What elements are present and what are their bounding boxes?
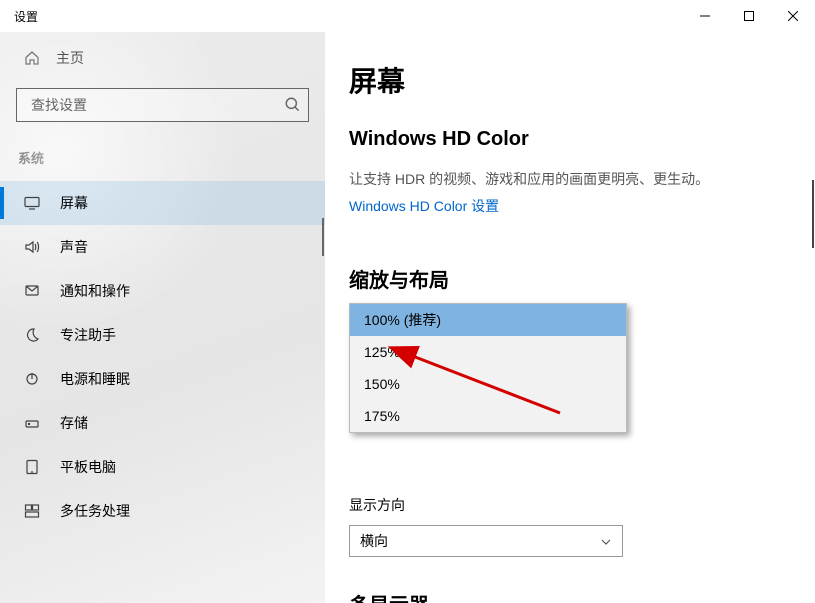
search-field[interactable] [16, 88, 309, 122]
speaker-icon [24, 239, 40, 255]
sidebar-scrollbar[interactable] [322, 218, 324, 256]
home-label: 主页 [56, 48, 84, 68]
sidebar-item-multitasking[interactable]: 多任务处理 [0, 489, 325, 533]
search-input[interactable] [31, 97, 284, 113]
hd-color-settings-link[interactable]: Windows HD Color 设置 [325, 190, 499, 216]
hd-color-description: 让支持 HDR 的视频、游戏和应用的画面更明亮、更生动。 [325, 151, 815, 190]
scale-dropdown-popup: 100% (推荐) 125% 150% 175% [349, 303, 627, 433]
window-controls [683, 0, 815, 32]
sidebar-item-label: 专注助手 [60, 325, 116, 345]
minimize-button[interactable] [683, 0, 727, 32]
sidebar-item-label: 多任务处理 [60, 501, 130, 521]
scale-option-125[interactable]: 125% [350, 336, 626, 368]
sidebar-item-label: 电源和睡眠 [60, 369, 130, 389]
hd-color-title: Windows HD Color [325, 100, 815, 151]
sidebar-item-label: 通知和操作 [60, 281, 130, 301]
multi-display-section-header: 多显示器 [325, 557, 815, 603]
scale-option-150[interactable]: 150% [350, 368, 626, 400]
sidebar-item-label: 屏幕 [60, 193, 88, 213]
sidebar-item-notifications[interactable]: 通知和操作 [0, 269, 325, 313]
maximize-button[interactable] [727, 0, 771, 32]
chevron-down-icon [600, 535, 612, 547]
orientation-field-label: 显示方向 [325, 487, 815, 515]
sidebar-item-label: 存储 [60, 413, 88, 433]
sidebar-item-sound[interactable]: 声音 [0, 225, 325, 269]
sidebar-item-label: 声音 [60, 237, 88, 257]
sidebar-item-tablet[interactable]: 平板电脑 [0, 445, 325, 489]
content-pane: 屏幕 Windows HD Color 让支持 HDR 的视频、游戏和应用的画面… [325, 32, 815, 603]
tablet-icon [24, 459, 40, 475]
home-icon [24, 50, 40, 66]
orientation-selected-value: 横向 [360, 531, 388, 551]
sidebar-item-display[interactable]: 屏幕 [0, 181, 325, 225]
orientation-dropdown[interactable]: 横向 [349, 525, 623, 557]
monitor-icon [24, 195, 40, 211]
title-bar: 设置 [0, 0, 815, 32]
notification-icon [24, 283, 40, 299]
moon-icon [24, 327, 40, 343]
scale-option-175[interactable]: 175% [350, 400, 626, 432]
sidebar-item-label: 平板电脑 [60, 457, 116, 477]
page-title: 屏幕 [325, 32, 815, 100]
content-scrollbar[interactable] [812, 180, 814, 248]
window-title: 设置 [14, 8, 38, 25]
close-button[interactable] [771, 0, 815, 32]
sidebar-item-power-sleep[interactable]: 电源和睡眠 [0, 357, 325, 401]
sidebar-section-header: 系统 [0, 122, 325, 181]
search-icon [284, 96, 302, 114]
power-icon [24, 371, 40, 387]
scale-option-100[interactable]: 100% (推荐) [350, 304, 626, 336]
multitask-icon [24, 503, 40, 519]
sidebar-item-storage[interactable]: 存储 [0, 401, 325, 445]
scale-layout-section-header: 缩放与布局 [325, 216, 815, 293]
home-button[interactable]: 主页 [0, 36, 325, 80]
sidebar: 主页 系统 屏幕 声音 通知和操作 专注助手 电源和睡眠 [0, 32, 325, 603]
drive-icon [24, 415, 40, 431]
sidebar-item-focus-assist[interactable]: 专注助手 [0, 313, 325, 357]
